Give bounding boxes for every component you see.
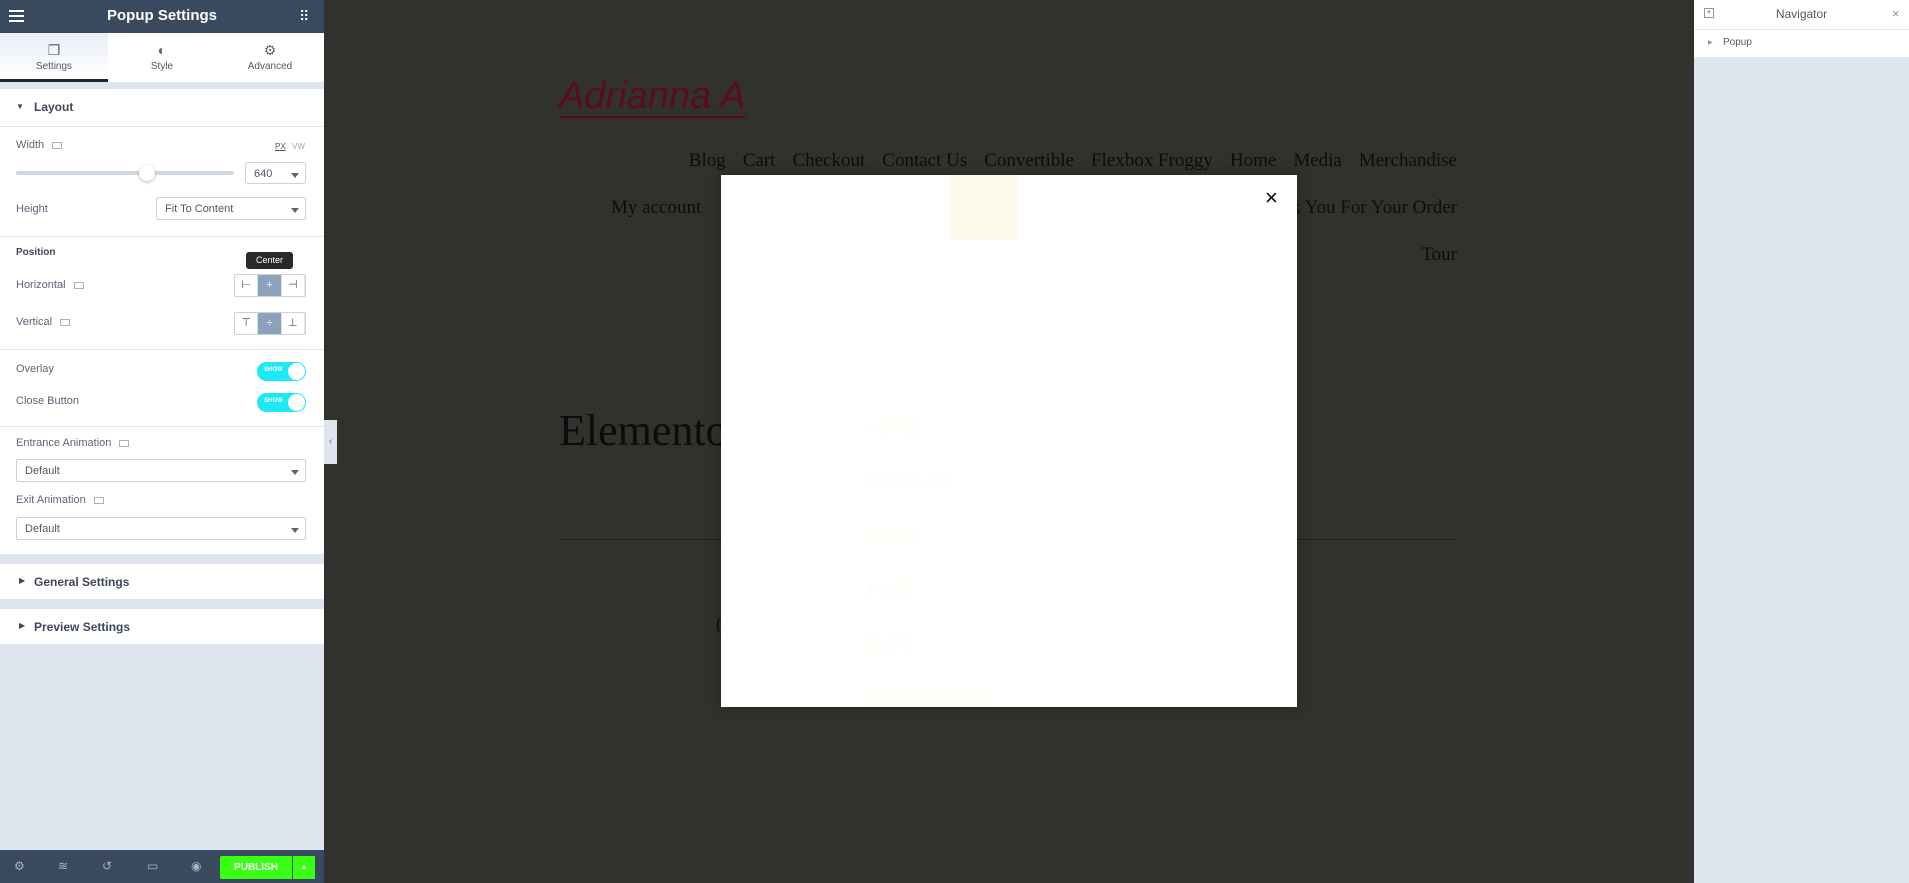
width-label: Width: [16, 139, 63, 151]
history-icon[interactable]: ↺: [102, 859, 112, 873]
panel-header: Popup Settings ⠿: [0, 0, 324, 33]
align-center-icon[interactable]: +: [258, 275, 282, 296]
height-label: Height: [16, 203, 48, 215]
divider: [0, 349, 324, 350]
overlay-toggle[interactable]: SHOW: [257, 362, 306, 381]
popup-menu-blog[interactable]: BLOG: [866, 634, 913, 654]
panel-title: Popup Settings: [107, 7, 217, 24]
position-label: Position: [16, 247, 56, 258]
navigator-panel: ▼ Navigator × ▶ Popup: [1694, 0, 1909, 883]
popup-menu-tour[interactable]: TOUR: [866, 580, 914, 600]
desktop-icon: [60, 318, 71, 326]
divider: [0, 126, 324, 127]
width-slider[interactable]: [16, 171, 234, 175]
align-bottom-icon[interactable]: ⊥: [282, 313, 305, 334]
desktop-icon: [52, 141, 63, 149]
unit-vw[interactable]: VW: [292, 142, 305, 151]
navigator-close-icon[interactable]: ×: [1892, 6, 1900, 21]
height-select[interactable]: Fit To Content: [156, 197, 306, 220]
page-heading: Elemento: [559, 406, 728, 455]
publish-options-caret-icon[interactable]: ▲: [293, 856, 315, 879]
panel-tabs: ❐ Settings ◐ Style ⚙ Advanced: [0, 33, 324, 82]
divider: [0, 426, 324, 427]
preview-settings-section[interactable]: ▶ Preview Settings: [0, 609, 324, 644]
apps-grid-icon[interactable]: ⠿: [299, 9, 309, 23]
exit-animation-select[interactable]: Default: [16, 517, 306, 540]
close-button-label: Close Button: [16, 395, 79, 407]
align-top-icon[interactable]: ⊤: [235, 313, 259, 334]
caret-right-icon: ▶: [1708, 40, 1713, 46]
vertical-align-group: ⊤ ÷ ⊥: [234, 312, 306, 335]
horizontal-align-group: ⊢ + ⊣: [234, 274, 306, 297]
popup: ×: [721, 175, 1297, 707]
nav-thank-you[interactable]: k You For Your Order: [1291, 197, 1457, 219]
nav-convertible[interactable]: Convertible: [984, 150, 1074, 172]
popup-image-placeholder: [950, 175, 1017, 240]
navigator-title: Navigator: [1775, 7, 1828, 21]
align-middle-icon[interactable]: ÷: [258, 313, 282, 334]
layout-header[interactable]: ▼ Layout: [0, 89, 324, 126]
caret-down-icon: ▼: [16, 102, 24, 111]
tab-advanced[interactable]: ⚙ Advanced: [216, 33, 324, 82]
nav-home[interactable]: Home: [1230, 150, 1276, 172]
desktop-icon: [119, 439, 130, 447]
horizontal-label: Horizontal: [16, 279, 84, 291]
layout-section: ▼ Layout Width PX VW 640 Height Fit To C…: [0, 89, 324, 554]
nav-flexbox-froggy[interactable]: Flexbox Froggy: [1091, 150, 1213, 172]
half-circle-icon: ◐: [157, 42, 167, 58]
vertical-label: Vertical: [16, 316, 71, 328]
popup-close-icon[interactable]: ×: [1265, 185, 1278, 211]
collapse-panel-tab[interactable]: ‹: [324, 420, 337, 464]
align-right-icon[interactable]: ⊣: [282, 275, 305, 296]
entrance-animation-select[interactable]: Default: [16, 459, 306, 482]
nav-contact-us[interactable]: Contact Us: [882, 150, 967, 172]
navigator-item-popup[interactable]: ▶ Popup: [1694, 30, 1909, 57]
tab-settings[interactable]: ❐ Settings: [0, 33, 108, 82]
nav-blog[interactable]: Blog: [689, 150, 726, 172]
preview-eye-icon[interactable]: ◉: [191, 859, 201, 873]
nav-media[interactable]: Media: [1293, 150, 1342, 172]
width-input[interactable]: 640: [245, 162, 306, 184]
publish-button[interactable]: PUBLISH: [220, 856, 292, 879]
general-settings-section[interactable]: ▶ General Settings: [0, 564, 324, 599]
nav-my-account[interactable]: My account: [611, 197, 701, 219]
tab-style[interactable]: ◐ Style: [108, 33, 216, 82]
navigator-header[interactable]: ▼ Navigator ×: [1694, 0, 1909, 30]
site-logo[interactable]: Adrianna A: [559, 76, 746, 118]
close-button-toggle[interactable]: SHOW: [257, 393, 306, 412]
caret-right-icon: ▶: [19, 576, 26, 585]
nav-checkout[interactable]: Checkout: [792, 150, 865, 172]
layers-icon[interactable]: ≋: [58, 859, 68, 873]
nav-cart[interactable]: Cart: [743, 150, 776, 172]
desktop-icon: [93, 496, 104, 504]
popup-menu-media[interactable]: MEDIA: [866, 526, 920, 546]
editor-panel: Popup Settings ⠿ ❐ Settings ◐ Style ⚙ Advan…: [0, 0, 324, 883]
window-restore-icon: ❐: [47, 42, 61, 58]
unit-px[interactable]: PX: [275, 142, 286, 151]
caret-right-icon: ▶: [19, 621, 26, 630]
overlay-label: Overlay: [16, 363, 54, 375]
exit-animation-label: Exit Animation: [16, 494, 104, 506]
settings-gear-icon[interactable]: ⚙: [14, 859, 25, 873]
divider: [0, 236, 324, 237]
align-left-icon[interactable]: ⊢: [235, 275, 259, 296]
entrance-animation-label: Entrance Animation: [16, 437, 130, 449]
popup-menu-home[interactable]: HOME: [866, 418, 917, 438]
popup-menu-press-kit[interactable]: PRESS KIT: [866, 472, 955, 492]
popup-menu-merchandise[interactable]: MERCHANDISE: [866, 688, 992, 708]
panel-footer: ⚙ ≋ ↺ ▭ ◉ PUBLISH ▲: [0, 850, 324, 883]
width-slider-handle[interactable]: [139, 165, 155, 181]
nav-tour[interactable]: Tour: [1421, 244, 1457, 266]
tooltip-center: Center: [246, 252, 293, 269]
responsive-icon[interactable]: ▭: [147, 859, 158, 873]
nav-merchandise[interactable]: Merchandise: [1359, 150, 1457, 172]
desktop-icon: [73, 281, 84, 289]
gear-icon: ⚙: [263, 42, 277, 58]
site-nav-row1: Blog Cart Checkout Contact Us Convertibl…: [689, 150, 1457, 172]
